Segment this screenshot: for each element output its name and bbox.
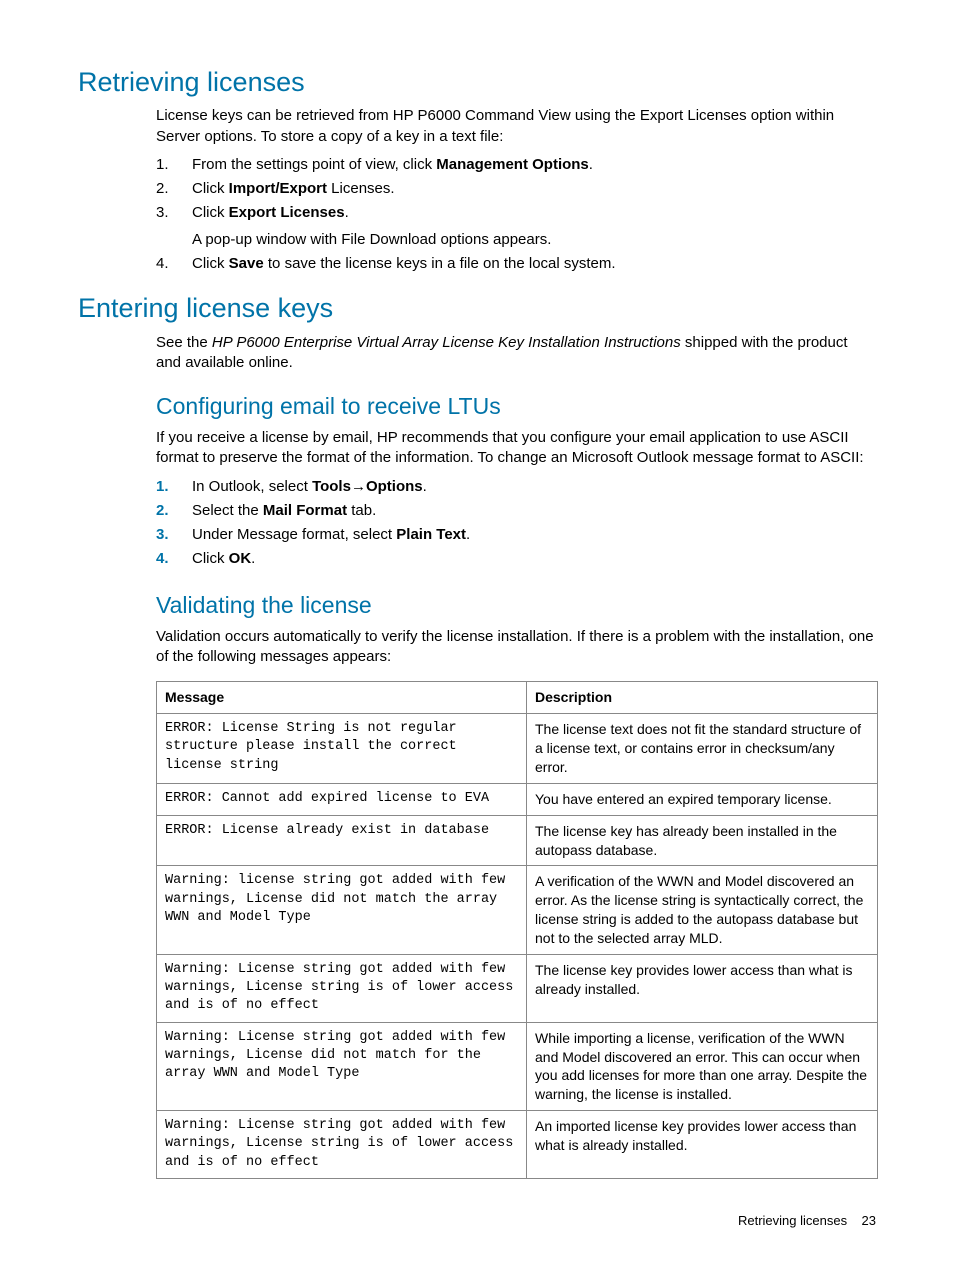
table-cell-message: ERROR: License String is not regular str… xyxy=(157,714,527,784)
footer-section: Retrieving licenses xyxy=(738,1213,847,1228)
table-cell-message: Warning: License string got added with f… xyxy=(157,1111,527,1179)
table-row: ERROR: License already exist in database… xyxy=(157,815,878,866)
table-cell-message: Warning: License string got added with f… xyxy=(157,1022,527,1111)
table-cell-description: While importing a license, verification … xyxy=(527,1022,878,1111)
table-cell-message: ERROR: License already exist in database xyxy=(157,815,527,866)
table-cell-description: The license key has already been install… xyxy=(527,815,878,866)
validation-messages-table: Message Description ERROR: License Strin… xyxy=(156,681,878,1179)
table-row: Warning: License string got added with f… xyxy=(157,1111,878,1179)
table-cell-description: An imported license key provides lower a… xyxy=(527,1111,878,1179)
table-row: Warning: License string got added with f… xyxy=(157,1022,878,1111)
table-cell-description: You have entered an expired temporary li… xyxy=(527,783,878,815)
table-header-message: Message xyxy=(157,682,527,714)
list-item: Click Export Licenses.A pop-up window wi… xyxy=(156,201,876,252)
list-item: From the settings point of view, click M… xyxy=(156,153,876,177)
list-item: Click Import/Export Licenses. xyxy=(156,177,876,201)
table-cell-description: The license text does not fit the standa… xyxy=(527,714,878,784)
table-row: ERROR: License String is not regular str… xyxy=(157,714,878,784)
retrieving-steps-list: From the settings point of view, click M… xyxy=(156,153,876,276)
validating-intro: Validation occurs automatically to verif… xyxy=(156,627,876,668)
heading-retrieving-licenses: Retrieving licenses xyxy=(78,64,876,100)
table-row: Warning: license string got added with f… xyxy=(157,866,878,955)
heading-entering-license-keys: Entering license keys xyxy=(78,290,876,326)
footer-page-number: 23 xyxy=(862,1213,876,1228)
table-cell-message: ERROR: Cannot add expired license to EVA xyxy=(157,783,527,815)
list-item: In Outlook, select Tools→Options. xyxy=(156,475,876,499)
entering-text: See the HP P6000 Enterprise Virtual Arra… xyxy=(156,333,876,374)
heading-configuring-email: Configuring email to receive LTUs xyxy=(156,391,876,422)
table-row: ERROR: Cannot add expired license to EVA… xyxy=(157,783,878,815)
list-item: Under Message format, select Plain Text. xyxy=(156,523,876,547)
heading-validating-license: Validating the license xyxy=(156,590,876,621)
table-cell-description: A verification of the WWN and Model disc… xyxy=(527,866,878,955)
table-cell-message: Warning: license string got added with f… xyxy=(157,866,527,955)
list-item: Select the Mail Format tab. xyxy=(156,499,876,523)
table-cell-message: Warning: License string got added with f… xyxy=(157,955,527,1023)
table-cell-description: The license key provides lower access th… xyxy=(527,955,878,1023)
configuring-steps-list: In Outlook, select Tools→Options. Select… xyxy=(156,475,876,572)
page-footer: Retrieving licenses 23 xyxy=(0,1212,954,1230)
retrieving-intro: License keys can be retrieved from HP P6… xyxy=(156,106,876,147)
list-item: Click OK. xyxy=(156,547,876,571)
table-row: Warning: License string got added with f… xyxy=(157,955,878,1023)
list-item: Click Save to save the license keys in a… xyxy=(156,252,876,276)
configuring-intro: If you receive a license by email, HP re… xyxy=(156,428,876,469)
table-header-description: Description xyxy=(527,682,878,714)
